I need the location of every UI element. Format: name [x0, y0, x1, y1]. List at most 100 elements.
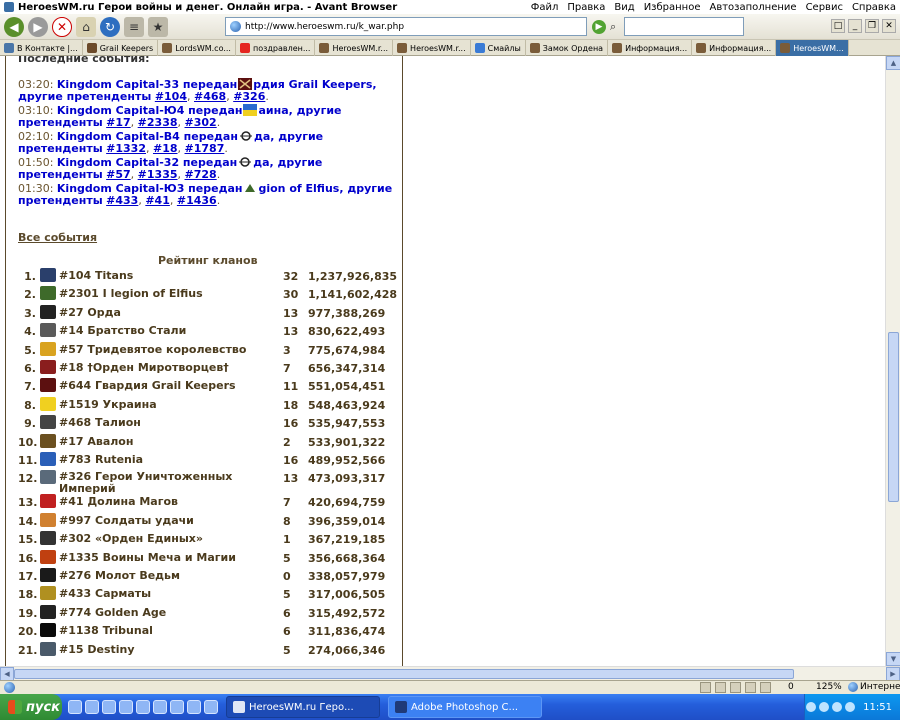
quicklaunch-icon[interactable]	[153, 700, 167, 714]
clan-emblem-icon[interactable]	[40, 512, 56, 527]
clan-emblem-icon[interactable]	[40, 494, 56, 509]
forward-arrow-icon[interactable]: ▶	[28, 16, 48, 37]
tray-icon[interactable]	[832, 702, 843, 712]
clan-name-link[interactable]: #433 Сарматы	[59, 588, 279, 600]
clan-emblem-icon[interactable]	[40, 286, 56, 301]
zoom-level[interactable]: 125%	[816, 682, 842, 692]
tab-order-castle[interactable]: Замок Ордена	[526, 40, 609, 56]
clan-name-link[interactable]: #18 †Орден Миротворцев†	[59, 362, 279, 374]
favorites-icon[interactable]: ★	[148, 16, 168, 37]
clan-emblem-icon[interactable]	[40, 531, 56, 546]
back-arrow-icon[interactable]: ◀	[4, 16, 24, 37]
quicklaunch-icon[interactable]	[102, 700, 116, 714]
scroll-up-icon[interactable]: ▲	[886, 56, 900, 70]
clan-emblem-icon[interactable]	[40, 341, 56, 356]
tab-info-1[interactable]: Информация...	[608, 40, 693, 56]
clan-name-link[interactable]: #15 Destiny	[59, 643, 279, 656]
clan-name-link[interactable]: #1138 Tribunal	[59, 625, 279, 637]
claimant-link[interactable]: #468	[194, 90, 226, 103]
menu-edit[interactable]: Правка	[567, 2, 605, 13]
horizontal-scroll-thumb[interactable]	[14, 669, 794, 679]
claimant-link[interactable]: #728	[185, 168, 217, 181]
menu-favorites[interactable]: Избранное	[644, 2, 701, 13]
scroll-down-icon[interactable]: ▼	[886, 652, 900, 666]
clan-name-link[interactable]: #774 Golden Age	[59, 606, 279, 619]
tab-heroeswm-2[interactable]: HeroesWM.r...	[393, 40, 471, 56]
clan-name-link[interactable]: #1519 Украина	[59, 398, 279, 411]
clan-emblem-icon[interactable]	[40, 568, 56, 582]
clan-name-link[interactable]: #468 Талион	[59, 417, 279, 429]
quicklaunch-icon[interactable]	[119, 700, 133, 714]
tab-info-2[interactable]: Информация...	[692, 40, 777, 56]
tab-greetings[interactable]: поздравлен...	[236, 40, 316, 56]
clan-name-link[interactable]: #276 Молот Ведьм	[59, 570, 279, 582]
clan-name-link[interactable]: #783 Rutenia	[59, 454, 279, 466]
claimant-link[interactable]: #57	[106, 168, 131, 181]
clan-name-link[interactable]: #17 Авалон	[59, 435, 279, 448]
clan-emblem-icon[interactable]	[40, 360, 56, 374]
popup-icon[interactable]	[715, 682, 726, 693]
clan-emblem-icon[interactable]	[40, 378, 56, 393]
clan-name-link[interactable]: #302 «Орден Единых»	[59, 533, 279, 545]
clan-emblem-icon[interactable]	[40, 323, 56, 338]
claimant-link[interactable]: #433	[106, 194, 138, 207]
all-events-link[interactable]: Все события	[18, 231, 97, 244]
tray-icon[interactable]	[806, 702, 817, 712]
tab-grail-keepers[interactable]: Grail Keepers	[83, 40, 159, 56]
stop-icon[interactable]: ✕	[52, 16, 72, 37]
flash-icon[interactable]	[730, 682, 741, 693]
taskbar-item-photoshop[interactable]: Adobe Photoshop C...	[388, 696, 542, 718]
clan-name-link[interactable]: #326 Герои Уничтоженных Империй	[59, 471, 279, 495]
claimant-link[interactable]: #104	[155, 90, 187, 103]
tray-icon[interactable]	[845, 702, 856, 712]
menu-file[interactable]: Файл	[531, 2, 559, 13]
claimant-link[interactable]: #41	[145, 194, 170, 207]
new-page-icon[interactable]: □	[831, 19, 845, 33]
clan-emblem-icon[interactable]	[40, 549, 56, 564]
clan-name-link[interactable]: #644 Гвардия Grail Keepers	[59, 380, 279, 392]
clan-emblem-icon[interactable]	[40, 396, 56, 411]
taskbar-item-browser[interactable]: HeroesWM.ru Геро...	[226, 696, 380, 718]
clan-emblem-icon[interactable]	[40, 433, 56, 448]
clan-emblem-icon[interactable]	[40, 641, 56, 656]
quicklaunch-icon[interactable]	[204, 700, 218, 714]
quicklaunch-icon[interactable]	[187, 700, 201, 714]
clan-name-link[interactable]: #14 Братство Стали	[59, 325, 279, 337]
scroll-right-icon[interactable]: ▶	[886, 667, 900, 681]
claimant-link[interactable]: #1787	[185, 142, 225, 155]
clan-name-link[interactable]: #1335 Воины Меча и Магии	[59, 551, 279, 564]
tab-heroeswm-1[interactable]: HeroesWM.r...	[315, 40, 394, 56]
refresh-icon[interactable]: ↻	[100, 16, 120, 37]
home-icon[interactable]: ⌂	[76, 16, 96, 37]
minimize-icon[interactable]: _	[848, 19, 862, 33]
clan-name-link[interactable]: #2301 I legion of Elfius	[59, 288, 279, 300]
quicklaunch-icon[interactable]	[85, 700, 99, 714]
image-icon[interactable]	[745, 682, 756, 693]
scroll-left-icon[interactable]: ◀	[0, 667, 14, 681]
clan-name-link[interactable]: #27 Орда	[59, 306, 279, 319]
tab-heroeswm-active[interactable]: HeroesWM...	[776, 40, 849, 56]
start-button[interactable]: пуск	[0, 694, 62, 720]
claimant-link[interactable]: #1332	[106, 142, 146, 155]
menu-tools[interactable]: Сервис	[806, 2, 843, 13]
menu-help[interactable]: Справка	[852, 2, 896, 13]
clan-name-link[interactable]: #57 Тридевятое королевство	[59, 343, 279, 356]
menu-view[interactable]: Вид	[614, 2, 634, 13]
tab-vkontakte[interactable]: В Контакте |...	[0, 40, 83, 56]
quicklaunch-icon[interactable]	[136, 700, 150, 714]
clan-emblem-icon[interactable]	[40, 452, 56, 466]
clan-name-link[interactable]: #41 Долина Магов	[59, 496, 279, 508]
search-input[interactable]	[624, 17, 744, 36]
claimant-link[interactable]: #1335	[138, 168, 178, 181]
download-icon[interactable]	[760, 682, 771, 693]
quicklaunch-icon[interactable]	[68, 700, 82, 714]
clan-emblem-icon[interactable]	[40, 623, 56, 638]
close-icon[interactable]: ✕	[882, 19, 896, 33]
menu-autofill[interactable]: Автозаполнение	[710, 2, 797, 13]
claimant-link[interactable]: #326	[233, 90, 265, 103]
horizontal-scrollbar[interactable]: ◀ ▶	[0, 666, 900, 681]
tray-icon[interactable]	[819, 702, 830, 712]
tab-lordswm[interactable]: LordsWM.co...	[158, 40, 236, 56]
network-icon[interactable]	[700, 682, 711, 693]
clan-emblem-icon[interactable]	[40, 604, 56, 619]
